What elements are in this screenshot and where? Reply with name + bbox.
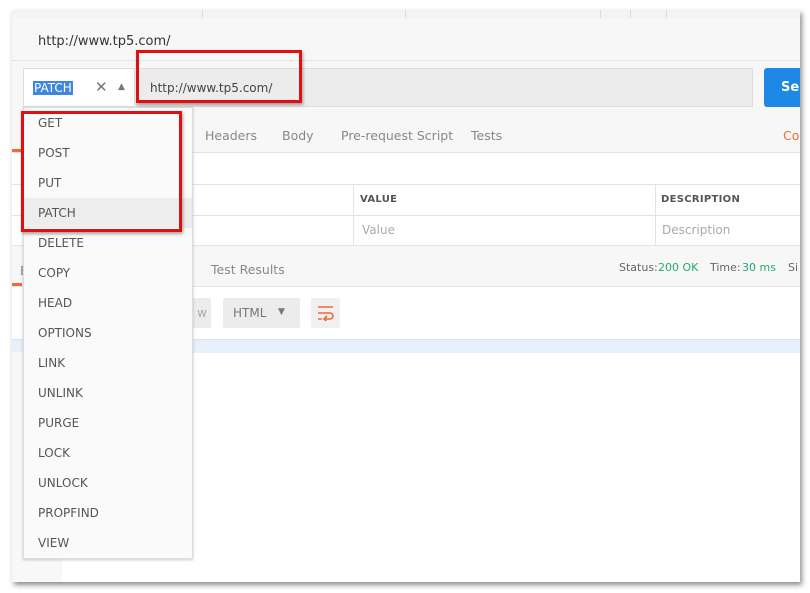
divider xyxy=(600,10,601,18)
status-value: 200 OK xyxy=(658,261,699,274)
wrap-lines-button[interactable] xyxy=(311,298,340,328)
divider xyxy=(12,60,800,61)
clear-icon[interactable]: ✕ xyxy=(95,78,108,96)
request-header: http://www.tp5.com/ PATCH ✕ ▲ http://www… xyxy=(12,18,800,120)
tab-pre-request-script[interactable]: Pre-request Script xyxy=(341,128,453,143)
request-title: http://www.tp5.com/ xyxy=(38,34,171,49)
size-label: Si xyxy=(788,261,799,274)
caret-down-icon: ▼ xyxy=(278,307,285,317)
cookies-code-link[interactable]: Co xyxy=(783,128,799,143)
divider xyxy=(202,10,203,18)
preview-label: w xyxy=(197,306,207,320)
method-option-view[interactable]: VIEW xyxy=(24,528,192,558)
divider xyxy=(630,10,631,18)
method-option-purge[interactable]: PURGE xyxy=(24,408,192,438)
highlight-box-url xyxy=(136,50,302,103)
format-value: HTML xyxy=(233,306,267,320)
method-select[interactable]: PATCH ✕ ▲ xyxy=(23,68,135,107)
divider xyxy=(655,215,656,245)
time-label: Time: xyxy=(710,261,741,274)
divider xyxy=(405,10,406,18)
postman-window: http://www.tp5.com/ PATCH ✕ ▲ http://www… xyxy=(12,10,800,582)
active-tab-indicator xyxy=(12,283,22,286)
time-value: 30 ms xyxy=(742,261,776,274)
tab-headers[interactable]: Headers xyxy=(205,128,257,143)
method-option-options[interactable]: OPTIONS xyxy=(24,318,192,348)
method-option-unlink[interactable]: UNLINK xyxy=(24,378,192,408)
send-button[interactable]: Se xyxy=(764,68,800,107)
column-header-value: VALUE xyxy=(360,194,398,205)
column-header-description: DESCRIPTION xyxy=(661,194,741,205)
method-option-link[interactable]: LINK xyxy=(24,348,192,378)
divider xyxy=(655,185,656,215)
value-input[interactable]: Value xyxy=(362,223,395,237)
description-input[interactable]: Description xyxy=(662,223,730,237)
caret-up-icon[interactable]: ▲ xyxy=(118,82,125,92)
method-option-copy[interactable]: COPY xyxy=(24,258,192,288)
tab-tests[interactable]: Tests xyxy=(471,128,502,143)
tab-test-results[interactable]: Test Results xyxy=(211,262,285,277)
method-option-unlock[interactable]: UNLOCK xyxy=(24,468,192,498)
send-label: Se xyxy=(781,80,800,95)
status-label: Status: xyxy=(619,261,658,274)
divider xyxy=(666,10,667,18)
method-option-propfind[interactable]: PROPFIND xyxy=(24,498,192,528)
method-value[interactable]: PATCH xyxy=(33,81,73,95)
divider xyxy=(353,185,354,215)
method-option-lock[interactable]: LOCK xyxy=(24,438,192,468)
highlight-box-methods xyxy=(21,111,182,232)
format-select[interactable]: HTML ▼ xyxy=(223,298,300,328)
method-option-delete[interactable]: DELETE xyxy=(24,228,192,258)
wrap-icon xyxy=(318,306,334,321)
tab-body[interactable]: Body xyxy=(282,128,314,143)
method-option-head[interactable]: HEAD xyxy=(24,288,192,318)
divider xyxy=(353,215,354,245)
